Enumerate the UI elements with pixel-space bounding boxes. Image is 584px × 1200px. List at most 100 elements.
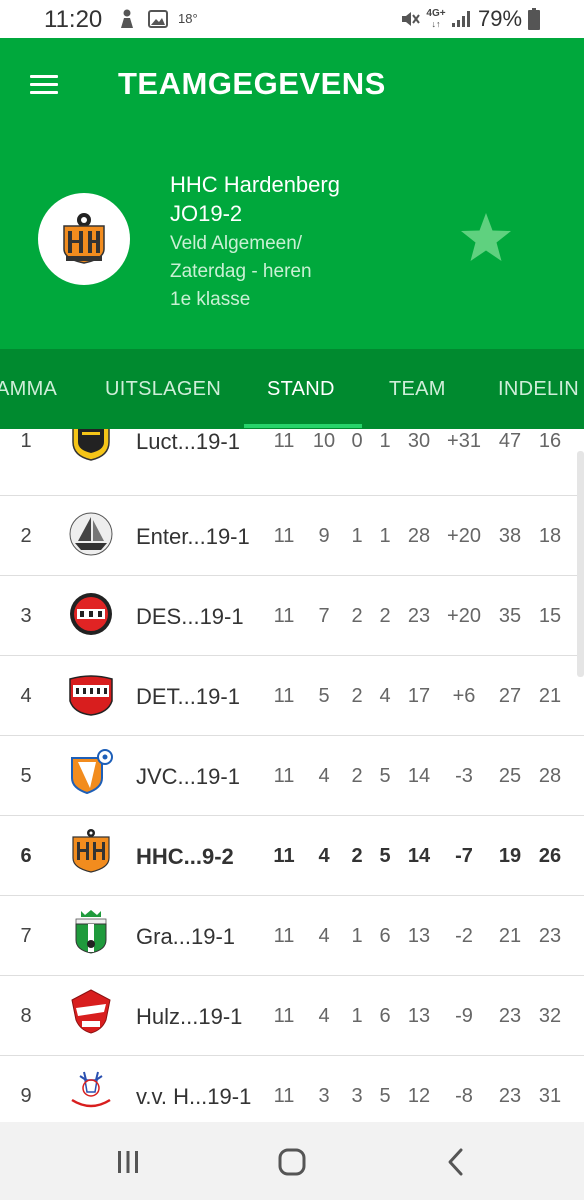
row-team-name: Gra...19-1	[136, 924, 236, 949]
row-position: 1	[20, 430, 32, 452]
mute-icon	[398, 6, 422, 32]
row-played: 11	[273, 925, 295, 947]
row-team-name: DET...19-1	[136, 684, 240, 709]
network-type-label: 4G+	[426, 8, 446, 19]
hhc-crest-icon	[63, 213, 105, 264]
row-goals-for: 27	[498, 685, 522, 707]
row-goals-against: 23	[538, 925, 562, 947]
row-goal-difference: +20	[447, 525, 481, 547]
active-tab-indicator	[244, 424, 362, 428]
competition-class: 1e klasse	[170, 289, 251, 310]
row-goal-difference: -2	[455, 925, 473, 947]
row-goal-difference: -9	[455, 1005, 473, 1027]
competition-day: Zaterdag - heren	[170, 261, 312, 282]
row-points: 12	[407, 1085, 431, 1107]
hamburger-menu-icon[interactable]	[26, 70, 62, 100]
standings-row[interactable]: 3 DES...19-1 11 7 2 2 23 +20 35 15	[0, 576, 584, 656]
row-played: 11	[273, 845, 295, 867]
section-tabs: AMMA UITSLAGEN STAND TEAM INDELIN	[0, 349, 584, 429]
row-goals-for: 19	[498, 845, 522, 867]
tab-stand[interactable]: STAND	[267, 349, 335, 429]
standings-row[interactable]: 9 v.v. H...19-1 11 3 3 5 12 -8 23 31	[0, 1056, 584, 1122]
row-goals-against: 15	[538, 605, 562, 627]
row-goals-against: 21	[538, 685, 562, 707]
row-points: 17	[407, 685, 431, 707]
row-goals-against: 31	[538, 1085, 562, 1107]
row-goal-difference: +20	[447, 605, 481, 627]
status-bar: 11:20 18° 4G+ ↓↑ 79%	[0, 0, 584, 38]
row-team-name: HHC...9-2	[136, 844, 234, 869]
row-goal-difference: -3	[455, 765, 473, 787]
circle-badge-icon	[70, 593, 112, 635]
row-team-name: DES...19-1	[136, 604, 244, 629]
status-temperature: 18°	[178, 11, 198, 26]
deer-icon	[71, 1071, 111, 1108]
tab-indeling[interactable]: INDELIN	[498, 349, 579, 429]
crest-icon	[72, 429, 110, 461]
row-goals-for: 47	[498, 430, 522, 452]
row-points: 14	[407, 765, 431, 787]
row-goals-for: 23	[498, 1085, 522, 1107]
row-points: 14	[407, 845, 431, 867]
recent-apps-icon[interactable]	[106, 1140, 150, 1184]
row-goals-for: 38	[498, 525, 522, 547]
system-navigation-bar	[0, 1122, 584, 1200]
row-goals-against: 26	[538, 845, 562, 867]
row-position: 8	[20, 1005, 32, 1027]
row-goals-for: 21	[498, 925, 522, 947]
back-icon[interactable]	[434, 1140, 478, 1184]
row-goals-against: 28	[538, 765, 562, 787]
standings-row[interactable]: 7 Gra...19-1 11 4 1 6 13 -2 21 23	[0, 896, 584, 976]
team-header: TEAMGEGEVENS HHC Hardenberg JO19-2 Veld …	[0, 38, 584, 349]
row-position: 9	[20, 1085, 32, 1107]
tab-programma[interactable]: AMMA	[0, 349, 57, 429]
standings-table[interactable]: 1 Luct...19-1 11 10 0 1 30 +31 47 16 2 E…	[0, 429, 584, 1122]
row-played: 11	[273, 430, 295, 452]
row-goal-difference: -8	[455, 1085, 473, 1107]
row-position: 3	[20, 605, 32, 627]
row-team-name: v.v. H...19-1	[136, 1084, 252, 1109]
standings-row-own-team[interactable]: 6 HHC...9-2 11 4 2 5 14 -7 19 26	[0, 816, 584, 896]
club-logo	[38, 193, 130, 285]
person-notification-icon	[116, 6, 138, 32]
row-team-name: JVC...19-1	[136, 764, 240, 789]
standings-row[interactable]: 5 JVC...19-1 11 4 2 5 14 -3 25 28	[0, 736, 584, 816]
row-played: 11	[273, 1085, 295, 1107]
standings-row[interactable]: 4 DET...19-1 11 5 2 4 17 +6 27 21	[0, 656, 584, 736]
network-type-icon: 4G+ ↓↑	[426, 8, 446, 30]
standings-row[interactable]: 8 Hulz...19-1 11 4 1 6 13 -9 23 32	[0, 976, 584, 1056]
row-points: 13	[407, 1005, 431, 1027]
home-icon[interactable]	[270, 1140, 314, 1184]
row-goals-for: 25	[498, 765, 522, 787]
hhc-crest-icon	[72, 829, 110, 873]
shield-badge-icon	[69, 675, 113, 716]
scrollbar-handle[interactable]	[577, 451, 584, 677]
tab-uitslagen[interactable]: UITSLAGEN	[105, 349, 221, 429]
row-position: 7	[20, 925, 32, 947]
row-goals-against: 32	[538, 1005, 562, 1027]
row-points: 30	[407, 430, 431, 452]
standings-row[interactable]: 2 Enter...19-1 11 9 1 1 28 +20 38 18	[0, 496, 584, 576]
row-position: 4	[20, 685, 32, 707]
row-goals-against: 18	[538, 525, 562, 547]
standings-row[interactable]: 1 Luct...19-1 11 10 0 1 30 +31 47 16	[0, 429, 584, 496]
shield-ball-icon	[71, 749, 113, 794]
red-shield-icon	[71, 989, 111, 1034]
favorite-star-icon[interactable]	[458, 210, 514, 266]
row-team-name: Luct...19-1	[136, 429, 240, 454]
page-title: TEAMGEGEVENS	[118, 66, 386, 101]
row-position: 6	[20, 845, 32, 867]
club-team-name: HHC Hardenberg JO19-2	[170, 170, 340, 228]
row-goals-for: 35	[498, 605, 522, 627]
tab-team[interactable]: TEAM	[389, 349, 446, 429]
competition-name: Veld Algemeen/	[170, 233, 303, 254]
row-position: 2	[20, 525, 32, 547]
green-shield-icon	[75, 910, 107, 954]
row-played: 11	[273, 525, 295, 547]
row-goal-difference: +31	[447, 430, 481, 452]
row-goal-difference: -7	[455, 845, 473, 867]
row-points: 13	[407, 925, 431, 947]
club-name: HHC Hardenberg	[170, 172, 340, 197]
row-goal-difference: +6	[452, 685, 476, 707]
row-played: 11	[273, 1005, 295, 1027]
